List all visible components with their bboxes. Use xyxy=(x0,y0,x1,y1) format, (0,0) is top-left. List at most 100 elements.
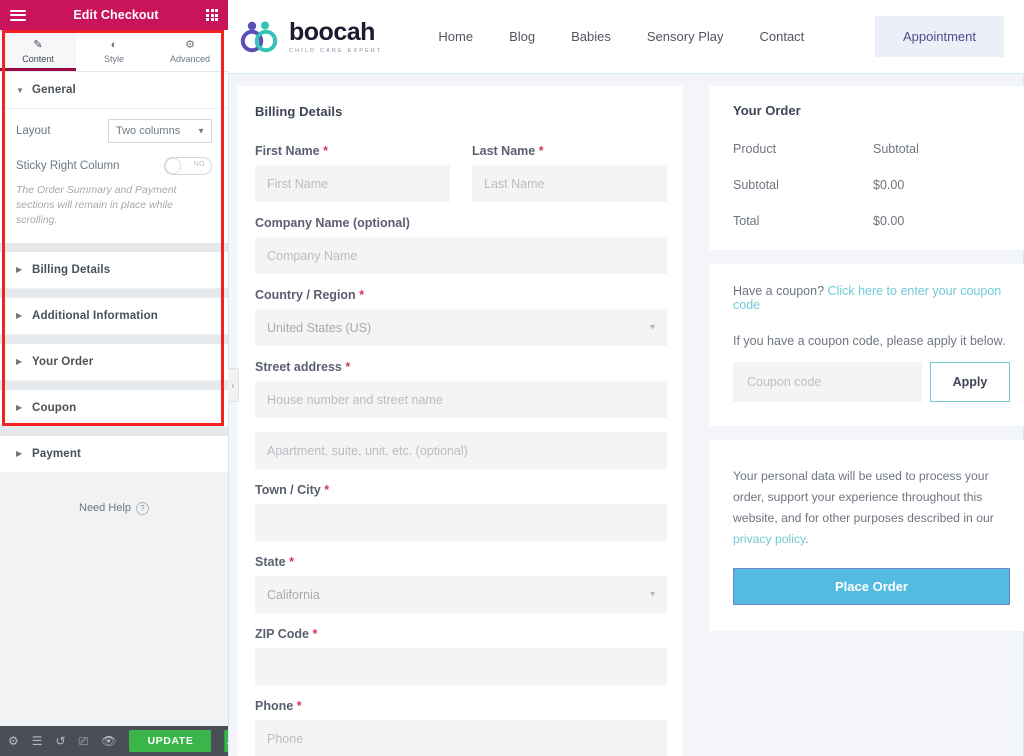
toggle-knob xyxy=(166,159,180,173)
tab-advanced[interactable]: ⚙ Advanced xyxy=(152,30,228,71)
phone-label: Phone * xyxy=(255,699,302,713)
privacy-text-1: Your personal data will be used to proce… xyxy=(733,469,994,525)
nav-item-blog[interactable]: Blog xyxy=(491,29,553,44)
responsive-icon[interactable]: ⎚ xyxy=(79,735,89,747)
tab-style[interactable]: ◐ Style xyxy=(76,30,152,71)
country-region-select[interactable]: United States (US) xyxy=(255,309,667,346)
required-marker: * xyxy=(312,627,318,641)
nav-item-sensory-play[interactable]: Sensory Play xyxy=(629,29,742,44)
site-preview: boocah CHILD CARE EXPERT Home Blog Babie… xyxy=(228,0,1024,756)
order-total-value: $0.00 xyxy=(873,214,905,228)
hamburger-icon[interactable] xyxy=(10,9,26,21)
site-nav: Home Blog Babies Sensory Play Contact xyxy=(420,29,822,44)
street-address-line2-input[interactable] xyxy=(255,432,667,469)
privacy-policy-link[interactable]: privacy policy xyxy=(733,532,805,546)
nav-item-contact[interactable]: Contact xyxy=(741,29,822,44)
last-name-input[interactable] xyxy=(472,165,667,202)
required-marker: * xyxy=(359,288,365,302)
required-marker: * xyxy=(296,699,302,713)
section-billing-details[interactable]: ▶ Billing Details xyxy=(0,251,228,289)
pencil-icon: ✎ xyxy=(33,38,43,51)
chevron-down-icon: ▼ xyxy=(16,85,24,95)
nav-item-babies[interactable]: Babies xyxy=(553,29,629,44)
first-name-label: First Name * xyxy=(255,144,328,158)
layout-select-value: Two columns xyxy=(116,125,181,137)
chevron-down-icon: ▾ xyxy=(649,322,655,333)
order-row-subtotal: Subtotal $0.00 xyxy=(733,178,1010,192)
section-payment[interactable]: ▶ Payment xyxy=(0,435,228,472)
street-address-label: Street address * xyxy=(255,360,351,374)
layout-label: Layout xyxy=(16,125,51,137)
site-logo[interactable]: boocah CHILD CARE EXPERT xyxy=(240,17,383,54)
eye-icon[interactable]: 👁 xyxy=(101,735,116,747)
country-region-value: United States (US) xyxy=(267,320,372,335)
panel-collapse-handle[interactable]: ‹ xyxy=(228,368,239,402)
update-button[interactable]: UPDATE xyxy=(129,730,212,752)
logo-wordmark: boocah xyxy=(289,17,375,46)
chevron-right-icon: ▶ xyxy=(16,265,23,275)
zip-code-input[interactable] xyxy=(255,648,667,685)
nav-item-home[interactable]: Home xyxy=(420,29,491,44)
divider xyxy=(0,426,228,436)
section-coupon[interactable]: ▶ Coupon xyxy=(0,389,228,427)
chevron-right-icon: ▶ xyxy=(16,403,23,413)
country-region-label: Country / Region * xyxy=(255,288,365,302)
panel-tabs: ✎ Content ◐ Style ⚙ Advanced xyxy=(0,30,228,72)
appointment-button[interactable]: Appointment xyxy=(875,16,1004,57)
billing-details-title: Billing Details xyxy=(255,104,343,119)
logo-tagline: CHILD CARE EXPERT xyxy=(289,47,383,54)
tab-content-label: Content xyxy=(22,53,54,64)
chevron-down-icon: ▾ xyxy=(649,589,655,600)
section-billing-details-label: Billing Details xyxy=(32,263,111,276)
grid-icon[interactable] xyxy=(206,9,218,21)
contrast-icon: ◐ xyxy=(110,38,118,51)
section-your-order[interactable]: ▶ Your Order xyxy=(0,343,228,381)
gear-icon: ⚙ xyxy=(185,38,195,51)
town-city-input[interactable] xyxy=(255,504,667,541)
company-name-input[interactable] xyxy=(255,237,667,274)
section-coupon-label: Coupon xyxy=(32,401,77,414)
place-order-button[interactable]: Place Order xyxy=(733,567,1010,605)
coupon-code-input[interactable] xyxy=(733,362,922,402)
your-order-card: Your Order Product Subtotal Subtotal $0.… xyxy=(709,86,1024,250)
layout-control: Layout Two columns ▼ xyxy=(16,119,212,143)
state-value: California xyxy=(267,587,320,602)
your-order-title: Your Order xyxy=(733,103,801,118)
history-icon[interactable]: ↺ xyxy=(56,735,66,747)
section-general[interactable]: ▼ General xyxy=(0,72,228,109)
layout-select[interactable]: Two columns ▼ xyxy=(108,119,212,143)
panel-title: Edit Checkout xyxy=(73,8,159,22)
elementor-panel: Edit Checkout ✎ Content ◐ Style ⚙ Advanc… xyxy=(0,0,239,756)
gear-icon[interactable]: ⚙ xyxy=(8,735,19,747)
tab-content[interactable]: ✎ Content xyxy=(0,30,76,71)
order-total-label: Total xyxy=(733,214,760,228)
street-address-line1-input[interactable] xyxy=(255,381,667,418)
zip-code-label: ZIP Code * xyxy=(255,627,318,641)
state-select[interactable]: California xyxy=(255,576,667,613)
chevron-down-icon: ▼ xyxy=(197,126,205,136)
checkout-widget: Billing Details First Name * Last Name *… xyxy=(228,73,1024,756)
required-marker: * xyxy=(324,483,330,497)
company-name-label: Company Name (optional) xyxy=(255,216,410,230)
divider xyxy=(0,334,228,344)
toggle-state-label: NO xyxy=(193,161,205,168)
need-help-label: Need Help xyxy=(79,502,131,515)
chevron-right-icon: ▶ xyxy=(16,357,23,367)
apply-coupon-button[interactable]: Apply xyxy=(930,362,1010,402)
divider xyxy=(0,288,228,298)
order-header-subtotal: Subtotal xyxy=(873,142,919,156)
phone-input[interactable] xyxy=(255,720,667,756)
privacy-text-2: . xyxy=(805,531,809,546)
first-name-input[interactable] xyxy=(255,165,450,202)
sticky-toggle[interactable]: NO xyxy=(164,157,212,175)
need-help[interactable]: Need Help ? xyxy=(0,501,228,515)
layers-icon[interactable]: ☰ xyxy=(32,735,43,747)
chevron-right-icon: ▶ xyxy=(16,311,23,321)
divider xyxy=(0,242,228,252)
coupon-prompt: Have a coupon? Click here to enter your … xyxy=(733,284,1010,312)
required-marker: * xyxy=(538,144,544,158)
town-city-label: Town / City * xyxy=(255,483,330,497)
section-additional-information[interactable]: ▶ Additional Information xyxy=(0,297,228,335)
order-subtotal-label: Subtotal xyxy=(733,178,779,192)
panel-header: Edit Checkout xyxy=(0,0,228,30)
